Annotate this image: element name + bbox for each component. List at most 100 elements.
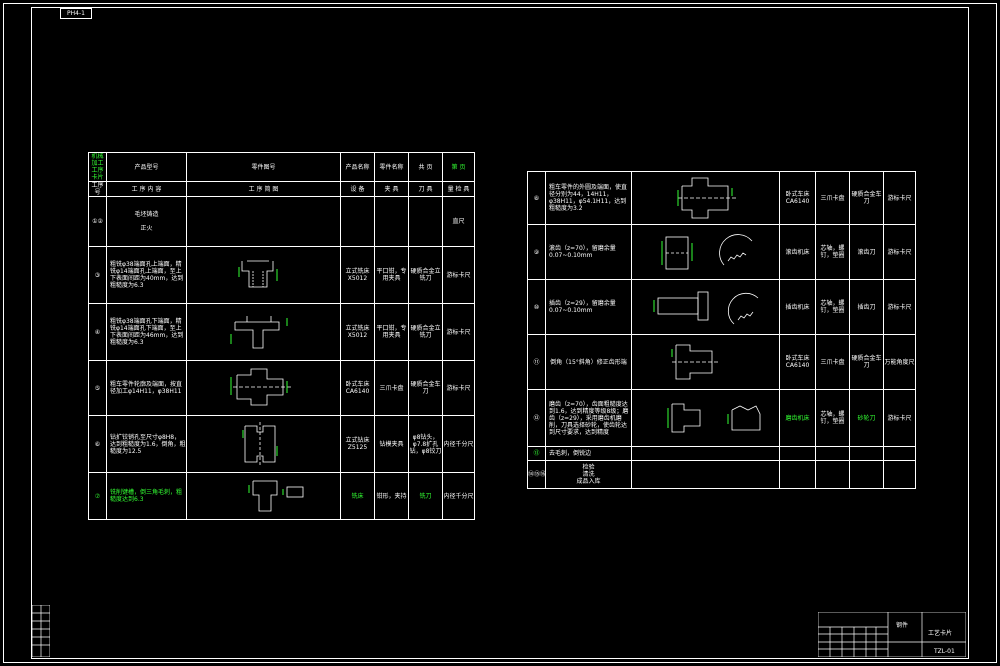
op-tool: 插齿刀 xyxy=(849,279,884,335)
op-tool: 硬质合金立铣刀 xyxy=(408,246,443,304)
col-header-no: 工序号 xyxy=(88,181,107,197)
table-row: ④ 粗铣φ38端面孔下端面，精铣φ14端面孔下端面，至上下表面间距为46mm，达… xyxy=(88,303,475,361)
op-number: ⑤ xyxy=(88,360,107,416)
table-row: ⑦ 铣削键槽，倒三角毛刺，粗糙度达到6.3 铣床 钳形，夹持 铣刀 内径千分尺 xyxy=(88,472,475,520)
op-equipment: 立式铣床X5012 xyxy=(340,246,375,304)
table-row: ⑬ 去毛刺，倒锐边 xyxy=(527,446,916,461)
op-number: ①② xyxy=(88,196,107,247)
table-row: ⑭⑮⑯ 检验 清洗 成品入库 xyxy=(527,460,916,489)
header-cell-part-number: 零件图号 xyxy=(186,152,341,182)
op-fixture: 钳形，夹持 xyxy=(374,472,409,520)
op-fixture: 平口钳，专用夹具 xyxy=(374,246,409,304)
op-sketch xyxy=(631,171,780,225)
op-gauge xyxy=(883,460,916,489)
part-sketch-drawing xyxy=(238,260,278,288)
title-block-code: TZL-01 xyxy=(934,648,955,655)
op-gauge: 游标卡尺 xyxy=(442,360,475,416)
op-gauge xyxy=(883,446,916,461)
col-header-fixture: 夹 具 xyxy=(374,181,409,197)
op-number: ⑧ xyxy=(527,171,546,225)
table-row: ①② 毛坯铸造 正火 直尺 xyxy=(88,196,475,247)
op-equipment: 插齿机床 xyxy=(779,279,816,335)
op-gauge: 游标卡尺 xyxy=(883,389,916,447)
op-fixture: 芯轴，螺钉，垫圈 xyxy=(815,389,850,447)
op-tool: 硬质合金车刀 xyxy=(849,334,884,390)
op-tool: 砂轮刀 xyxy=(849,389,884,447)
op-equipment: 立式铣床X5012 xyxy=(340,303,375,361)
op-sketch xyxy=(631,460,780,489)
op-content: 毛坯铸造 正火 xyxy=(106,196,187,247)
op-content: 倒角（15°斜角）修正齿形端 xyxy=(545,334,632,390)
part-sketch-drawing xyxy=(230,368,291,406)
op-content: 去毛刺，倒锐边 xyxy=(545,446,632,461)
header-cell-part-name: 零件名称 xyxy=(374,152,409,182)
op-sketch xyxy=(631,279,780,335)
revision-block xyxy=(32,605,50,657)
op-gauge: 游标卡尺 xyxy=(442,246,475,304)
part-sketch-drawing xyxy=(661,234,753,270)
op-fixture: 平口钳，专用夹具 xyxy=(374,303,409,361)
op-tool: 硬质合金车刀 xyxy=(849,171,884,225)
op-fixture: 钻模夹具 xyxy=(374,415,409,473)
op-fixture xyxy=(815,446,850,461)
op-content: 钻扩铰销孔至尺寸φ8H8，达到粗糙度为1.6，倒角，粗糙度为12.5 xyxy=(106,415,187,473)
op-gauge: 直尺 xyxy=(442,196,475,247)
left-process-sheet: 机械加工工序卡片 产品型号 零件图号 产品名称 零件名称 共 页 第 页 工序号… xyxy=(88,152,475,520)
op-sketch xyxy=(186,360,341,416)
op-gauge: 游标卡尺 xyxy=(883,171,916,225)
col-header-equipment: 设 备 xyxy=(340,181,375,197)
op-number: ⑩ xyxy=(527,279,546,335)
table-row: ⑥ 钻扩铰销孔至尺寸φ8H8，达到粗糙度为1.6，倒角，粗糙度为12.5 立式钻… xyxy=(88,415,475,473)
op-sketch xyxy=(631,389,780,447)
op-sketch xyxy=(631,224,780,280)
part-sketch-drawing xyxy=(671,344,718,380)
op-sketch xyxy=(186,246,341,304)
op-equipment: 卧式车床CA6140 xyxy=(779,171,816,225)
op-fixture: 芯轴，螺钉，垫圈 xyxy=(815,279,850,335)
op-tool xyxy=(849,446,884,461)
op-tool: 滚齿刀 xyxy=(849,224,884,280)
col-header-content: 工 序 内 容 xyxy=(106,181,187,197)
op-equipment: 卧式车床CA6140 xyxy=(340,360,375,416)
title-block-name: 工艺卡片 xyxy=(928,630,953,637)
title-block: 钢件 工艺卡片 TZL-01 xyxy=(818,612,966,657)
op-content: 检验 清洗 成品入库 xyxy=(545,460,632,489)
op-sketch xyxy=(631,334,780,390)
op-gauge: 内径千分尺 xyxy=(442,472,475,520)
op-equipment xyxy=(779,446,816,461)
corner-tag: PH4-1 xyxy=(60,8,92,19)
col-header-gauge: 量 检 具 xyxy=(442,181,475,197)
op-content: 粗铣φ38端面孔下端面，精铣φ14端面孔下端面，至上下表面间距为46mm，达到粗… xyxy=(106,303,187,361)
table-row: ⑪ 倒角（15°斜角）修正齿形端 卧式车床CA6140 三爪卡盘 硬质合金车刀 … xyxy=(527,334,916,390)
op-number: ⑦ xyxy=(88,472,107,520)
op-fixture xyxy=(815,460,850,489)
op-number: ⑬ xyxy=(527,446,546,461)
op-equipment: 磨齿机床 xyxy=(779,389,816,447)
table-row: ⑤ 粗车零件轮廓及端面，按直径加工φ14H11，φ38H11 卧式车床CA614… xyxy=(88,360,475,416)
table-row: ③ 粗铣φ38端面孔上端面，精铣φ14端面孔上端面，至上下表面间距为40mm，达… xyxy=(88,246,475,304)
op-sketch xyxy=(631,446,780,461)
table-row: ⑩ 插齿（z=29），留磨余量0.07~0.10mm 插齿机床 芯轴，螺钉，垫圈… xyxy=(527,279,916,335)
op-number: ⑭⑮⑯ xyxy=(527,460,546,489)
part-sketch-drawing xyxy=(677,177,736,219)
op-sketch xyxy=(186,303,341,361)
op-fixture xyxy=(374,196,409,247)
op-content: 铣削键槽，倒三角毛刺，粗糙度达到6.3 xyxy=(106,472,187,520)
op-sketch xyxy=(186,415,341,473)
op-equipment: 立式钻床Z5125 xyxy=(340,415,375,473)
part-sketch-drawing xyxy=(653,291,759,325)
part-sketch-drawing xyxy=(230,316,288,349)
op-equipment: 滚齿机床 xyxy=(779,224,816,280)
op-equipment xyxy=(340,196,375,247)
op-gauge: 游标卡尺 xyxy=(442,303,475,361)
op-tool: φ8钻头，φ7.8扩孔钻，φ8铰刀 xyxy=(408,415,443,473)
op-number: ⑥ xyxy=(88,415,107,473)
op-sketch xyxy=(186,196,341,247)
header-cell-product-model: 产品型号 xyxy=(106,152,187,182)
op-number: ⑨ xyxy=(527,224,546,280)
table-row: ⑫ 磨齿（z=70），齿面粗糙度达到1.6，达到精度等级8级；磨齿（z=29），… xyxy=(527,389,916,447)
right-process-sheet: ⑧ 粗车零件的外圆及端面，使直径分别为44，14H11，φ38H11，φ54.1… xyxy=(527,171,916,489)
op-gauge: 万能角度尺 xyxy=(883,334,916,390)
op-fixture: 三爪卡盘 xyxy=(815,171,850,225)
col-header-tool: 刀 具 xyxy=(408,181,443,197)
